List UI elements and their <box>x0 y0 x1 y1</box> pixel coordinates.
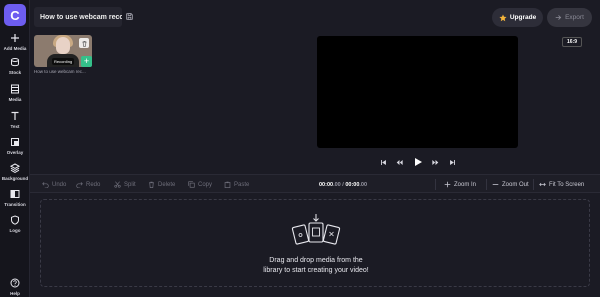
toolbar-divider <box>486 179 487 190</box>
sidebar-item-label: Transition <box>4 202 26 207</box>
save-icon[interactable] <box>126 13 133 20</box>
sidebar-item-label: Stock <box>8 70 22 75</box>
toolbar-divider <box>435 179 436 190</box>
delete-media-button[interactable] <box>79 38 89 48</box>
split-button[interactable]: Split <box>114 175 136 194</box>
zoom-in-label: Zoom In <box>454 181 477 188</box>
redo-label: Redo <box>86 181 101 188</box>
undo-icon <box>42 182 49 188</box>
sidebar-item-transition[interactable]: Transition <box>0 189 30 207</box>
upgrade-label: Upgrade <box>509 14 537 21</box>
arrow-right-icon <box>555 15 562 20</box>
sidebar-item-logo[interactable]: Logo <box>0 215 30 233</box>
shield-icon <box>11 215 19 225</box>
play-icon <box>415 158 422 166</box>
drop-instructions-line2: library to start creating your video! <box>263 267 369 274</box>
sidebar-item-label: Text <box>10 124 20 129</box>
export-button[interactable]: Export <box>547 8 592 27</box>
scissors-icon <box>114 181 121 188</box>
fit-to-screen-button[interactable]: Fit To Screen <box>539 175 584 194</box>
upgrade-button[interactable]: Upgrade <box>492 8 543 27</box>
sidebar-item-add-media[interactable]: Add Media <box>0 33 30 51</box>
sidebar-item-stock[interactable]: Stock <box>0 57 30 75</box>
help-icon <box>10 278 20 288</box>
rewind-icon <box>396 159 403 165</box>
stack-icon <box>11 58 19 67</box>
skip-forward-button[interactable] <box>447 157 457 167</box>
current-time-fraction: .00 <box>333 181 341 188</box>
export-label: Export <box>565 14 584 21</box>
timeline-toolbar: Undo Redo Split Delete Copy Paste 00:00.… <box>30 174 600 193</box>
sidebar-item-text[interactable]: Text <box>0 111 30 129</box>
recording-badge: Recording <box>52 58 75 65</box>
text-icon <box>11 111 19 120</box>
star-icon <box>499 13 507 21</box>
current-time: 00:00 <box>319 181 334 188</box>
toolbar-divider <box>533 179 534 190</box>
copy-button[interactable]: Copy <box>188 175 212 194</box>
skip-back-icon <box>380 159 386 165</box>
transition-icon <box>10 190 20 198</box>
logo-letter: C <box>10 7 20 23</box>
sidebar-item-label: Overlay <box>6 150 24 155</box>
total-time-fraction: .00 <box>359 181 368 188</box>
add-to-timeline-button[interactable]: + <box>81 56 92 67</box>
sidebar-item-label: Media <box>8 97 22 102</box>
trash-icon <box>149 181 154 188</box>
plus-icon <box>444 181 451 188</box>
fast-forward-icon <box>431 159 438 165</box>
skip-back-button[interactable] <box>378 157 388 167</box>
trash-icon <box>81 40 87 47</box>
sidebar-item-label: Help <box>10 291 20 296</box>
sidebar-item-overlay[interactable]: Overlay <box>0 137 30 155</box>
zoom-out-label: Zoom Out <box>502 181 529 188</box>
undo-button[interactable]: Undo <box>42 175 66 194</box>
media-caption: How to use webcam rec... <box>34 69 86 74</box>
redo-button[interactable]: Redo <box>76 175 100 194</box>
copy-icon <box>188 181 195 188</box>
redo-icon <box>76 182 83 188</box>
overlay-icon <box>11 138 19 146</box>
split-label: Split <box>124 181 136 188</box>
plus-icon: + <box>83 56 90 66</box>
project-title-input[interactable]: How to use webcam recor <box>34 7 122 27</box>
total-time: 00:00 <box>345 181 360 188</box>
delete-label: Delete <box>158 181 176 188</box>
plus-icon <box>11 34 19 42</box>
sidebar-item-background[interactable]: Background <box>0 163 30 181</box>
zoom-in-button[interactable]: Zoom In <box>444 175 476 194</box>
sidebar-item-label: Background <box>1 176 29 181</box>
left-rail: C Add Media Stock Media Text Overlay Bac… <box>0 0 30 297</box>
sidebar-item-label: Add Media <box>3 46 27 51</box>
app-logo[interactable]: C <box>4 4 26 26</box>
thumbnail-person-face <box>56 37 70 54</box>
zoom-out-button[interactable]: Zoom Out <box>492 175 529 194</box>
paste-button[interactable]: Paste <box>224 175 249 194</box>
media-cards-illustration <box>291 214 341 245</box>
fit-to-screen-label: Fit To Screen <box>549 181 585 188</box>
minus-icon <box>492 184 499 185</box>
timecode: 00:00.00 / 00:00.00 <box>319 175 367 194</box>
paste-icon <box>224 181 231 188</box>
rewind-button[interactable] <box>394 157 404 167</box>
skip-forward-icon <box>449 159 455 165</box>
fit-arrows-icon <box>539 182 546 187</box>
sidebar-item-label: Logo <box>9 228 21 233</box>
video-preview <box>317 36 518 148</box>
timeline: Drag and drop media from the library to … <box>30 193 600 297</box>
sidebar-item-media[interactable]: Media <box>0 84 30 102</box>
layers-icon <box>10 163 20 173</box>
film-icon <box>11 84 19 94</box>
timeline-drop-zone[interactable]: Drag and drop media from the library to … <box>40 199 590 287</box>
sidebar-item-help[interactable]: Help <box>0 278 30 296</box>
aspect-ratio-button[interactable]: 16:9 <box>562 37 582 47</box>
delete-button[interactable]: Delete <box>148 175 175 194</box>
drop-instructions-line1: Drag and drop media from the <box>269 257 363 264</box>
fast-forward-button[interactable] <box>430 157 440 167</box>
undo-label: Undo <box>52 181 67 188</box>
play-button[interactable] <box>411 155 425 169</box>
paste-label: Paste <box>234 181 250 188</box>
copy-label: Copy <box>198 181 213 188</box>
